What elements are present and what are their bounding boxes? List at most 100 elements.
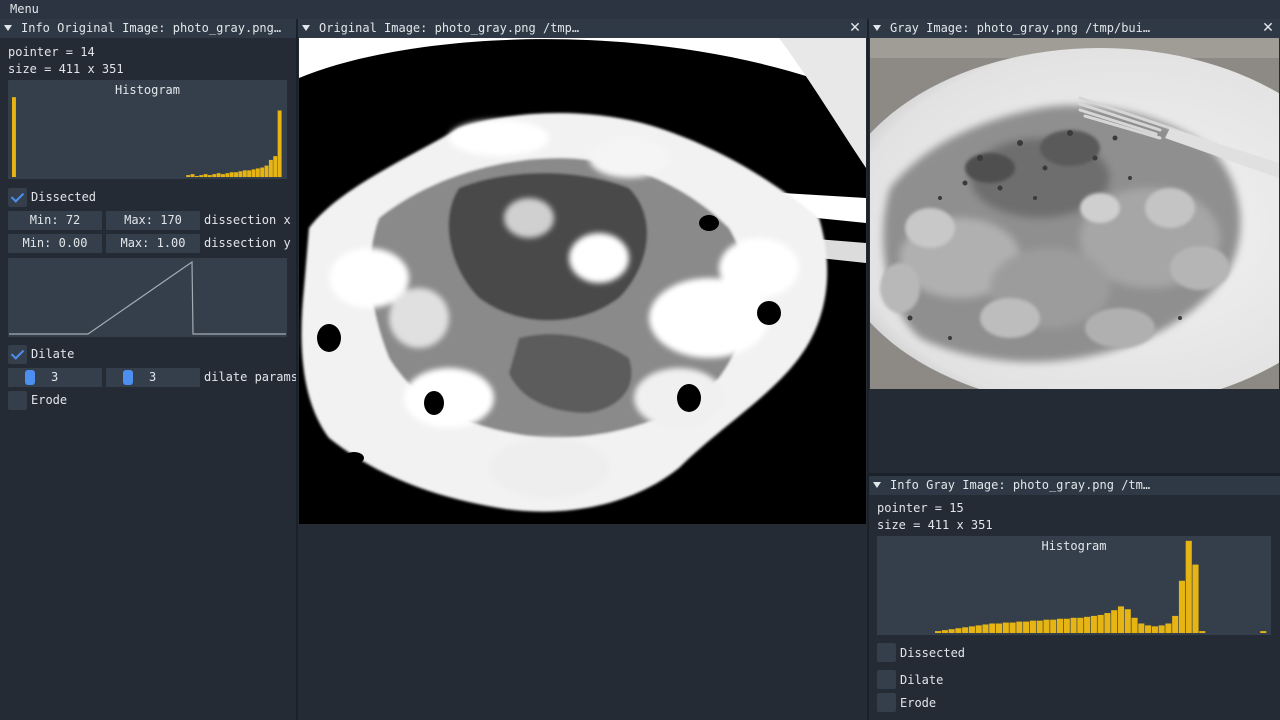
erode-checkbox[interactable] (8, 391, 27, 410)
histogram-bar (234, 172, 239, 177)
collapse-triangle-icon[interactable] (4, 25, 12, 31)
histogram-bar (1070, 617, 1077, 633)
panel-title: Original Image: photo_gray.png /tmp… (319, 21, 580, 35)
dilate-param-slider-2[interactable]: 3 (106, 368, 200, 387)
gray-image-title-bar[interactable]: Gray Image: photo_gray.png /tmp/bui… ✕ (869, 19, 1280, 38)
histogram-bar (260, 167, 265, 177)
info-original-title-bar[interactable]: Info Original Image: photo_gray.png… (0, 19, 296, 38)
erode-label: Erode (31, 393, 68, 407)
erode-label: Erode (900, 696, 937, 710)
dissected-food-image (299, 38, 866, 524)
histogram-bar (190, 174, 195, 177)
slider-grab[interactable] (25, 370, 35, 385)
size-readout: size = 411 x 351 (8, 62, 124, 76)
histogram-bar (212, 174, 217, 177)
dissected-checkbox[interactable] (8, 188, 27, 207)
histogram-bar (935, 631, 942, 633)
menu-button[interactable]: Menu (10, 2, 39, 17)
gray-image-panel: Gray Image: photo_gray.png /tmp/bui… ✕ (869, 19, 1280, 473)
dissected-label: Dissected (900, 646, 966, 660)
slider-value: 3 (51, 370, 59, 384)
histogram-bar (277, 110, 282, 177)
info-gray-panel: Info Gray Image: photo_gray.png /tm… poi… (869, 476, 1280, 720)
histogram-plot (935, 540, 1267, 633)
erode-checkbox[interactable] (877, 693, 896, 712)
histogram-bar (1260, 631, 1267, 633)
histogram-bar (207, 175, 212, 177)
collapse-triangle-icon[interactable] (302, 25, 310, 31)
histogram-plot (12, 97, 282, 177)
histogram-bar (1097, 614, 1104, 633)
original-image-view[interactable] (299, 38, 866, 524)
dilate-checkbox[interactable] (877, 670, 896, 689)
histogram-bar (225, 173, 230, 177)
histogram-bar (1029, 620, 1036, 633)
close-icon[interactable]: ✕ (848, 20, 862, 36)
dilate-params-label: dilate params (204, 370, 296, 384)
histogram-bar (1172, 615, 1179, 633)
histogram-bar (251, 169, 256, 177)
gray-image-view[interactable] (870, 38, 1279, 389)
histogram-bar (995, 623, 1003, 633)
collapse-triangle-icon[interactable] (873, 482, 881, 488)
close-icon[interactable]: ✕ (1261, 20, 1275, 36)
histogram-bar (1043, 619, 1050, 633)
collapse-triangle-icon[interactable] (873, 25, 881, 31)
histogram-bar (268, 159, 273, 177)
dissection-curve (8, 258, 287, 337)
histogram-bar (962, 627, 969, 633)
dissection-x-max-field[interactable]: Max: 170 (106, 211, 200, 230)
histogram-bar (1138, 623, 1145, 633)
histogram-bar (216, 173, 221, 177)
histogram: Histogram (8, 80, 287, 179)
original-image-panel: Original Image: photo_gray.png /tmp… ✕ (298, 19, 867, 720)
histogram-bar (948, 629, 955, 633)
histogram-bar (1084, 616, 1091, 633)
histogram-bar (12, 97, 16, 177)
histogram-bar (1192, 564, 1199, 633)
histogram-bar (264, 165, 269, 177)
histogram-bar (1009, 622, 1016, 633)
histogram-bar (194, 176, 199, 177)
histogram-bar (1165, 623, 1172, 633)
histogram-bar (1158, 625, 1165, 633)
panel-title: Info Original Image: photo_gray.png… (21, 21, 282, 35)
menu-bar: Menu (0, 0, 1280, 19)
dissection-x-min-field[interactable]: Min: 72 (8, 211, 102, 230)
histogram-bar (1131, 617, 1138, 633)
histogram-bar (1050, 619, 1057, 633)
info-gray-title-bar[interactable]: Info Gray Image: photo_gray.png /tm… (869, 476, 1280, 495)
dissection-curve-plot (9, 260, 286, 335)
dissected-checkbox[interactable] (877, 643, 896, 662)
original-image-title-bar[interactable]: Original Image: photo_gray.png /tmp… ✕ (298, 19, 867, 38)
dissection-y-max-field[interactable]: Max: 1.00 (106, 234, 200, 253)
histogram-bar (1151, 626, 1158, 633)
histogram-bar (1036, 620, 1043, 633)
dilate-param-slider-1[interactable]: 3 (8, 368, 102, 387)
dissection-y-label: dissection y (204, 236, 291, 250)
slider-value: 3 (149, 370, 157, 384)
pointer-readout: pointer = 14 (8, 45, 95, 59)
histogram-bar (955, 628, 962, 633)
histogram-bar (1145, 625, 1152, 633)
histogram-bar (1056, 618, 1064, 633)
histogram-bar (255, 168, 260, 177)
panel-title: Info Gray Image: photo_gray.png /tm… (890, 478, 1151, 492)
size-readout: size = 411 x 351 (877, 518, 993, 532)
histogram-bar (238, 171, 243, 177)
histogram-bar (1016, 621, 1023, 633)
dilate-checkbox[interactable] (8, 345, 27, 364)
slider-grab[interactable] (123, 370, 133, 385)
histogram-bar (186, 175, 191, 177)
histogram-bar (1124, 609, 1131, 633)
histogram-bar (1185, 540, 1192, 633)
dilate-label: Dilate (900, 673, 944, 687)
histogram-bar (1023, 621, 1030, 633)
histogram-bar (941, 630, 948, 633)
dissection-y-min-field[interactable]: Min: 0.00 (8, 234, 102, 253)
dissection-x-label: dissection x (204, 213, 291, 227)
histogram-bar (1063, 618, 1070, 633)
histogram-bar (242, 170, 247, 177)
histogram-bar (221, 174, 225, 177)
histogram-bar (1117, 606, 1125, 633)
